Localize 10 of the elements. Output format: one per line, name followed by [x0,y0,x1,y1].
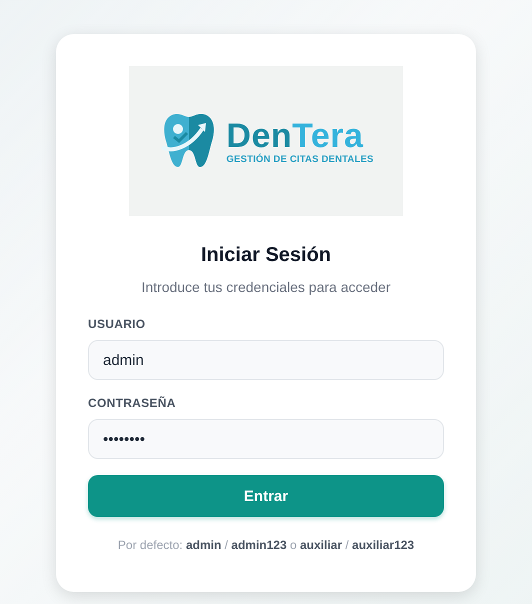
field-label: USUARIO [88,317,146,331]
brand-tagline: GESTIÓN DE CITAS DENTALES [226,154,374,164]
input-field[interactable]: admin [88,340,444,380]
login-title: Iniciar Sesión [200,244,332,267]
login-subtitle: Introduce tus credenciales para acceder [141,279,391,295]
brand-name: DenTera [226,118,364,154]
field-label: CONTRASEÑA [88,396,176,410]
submit-button[interactable]: Entrar [88,475,444,517]
input-field[interactable]: •••••••• [88,419,444,459]
default-credentials-hint: Por defecto: admin / admin123 o auxiliar / auxiliar123 [118,538,414,552]
